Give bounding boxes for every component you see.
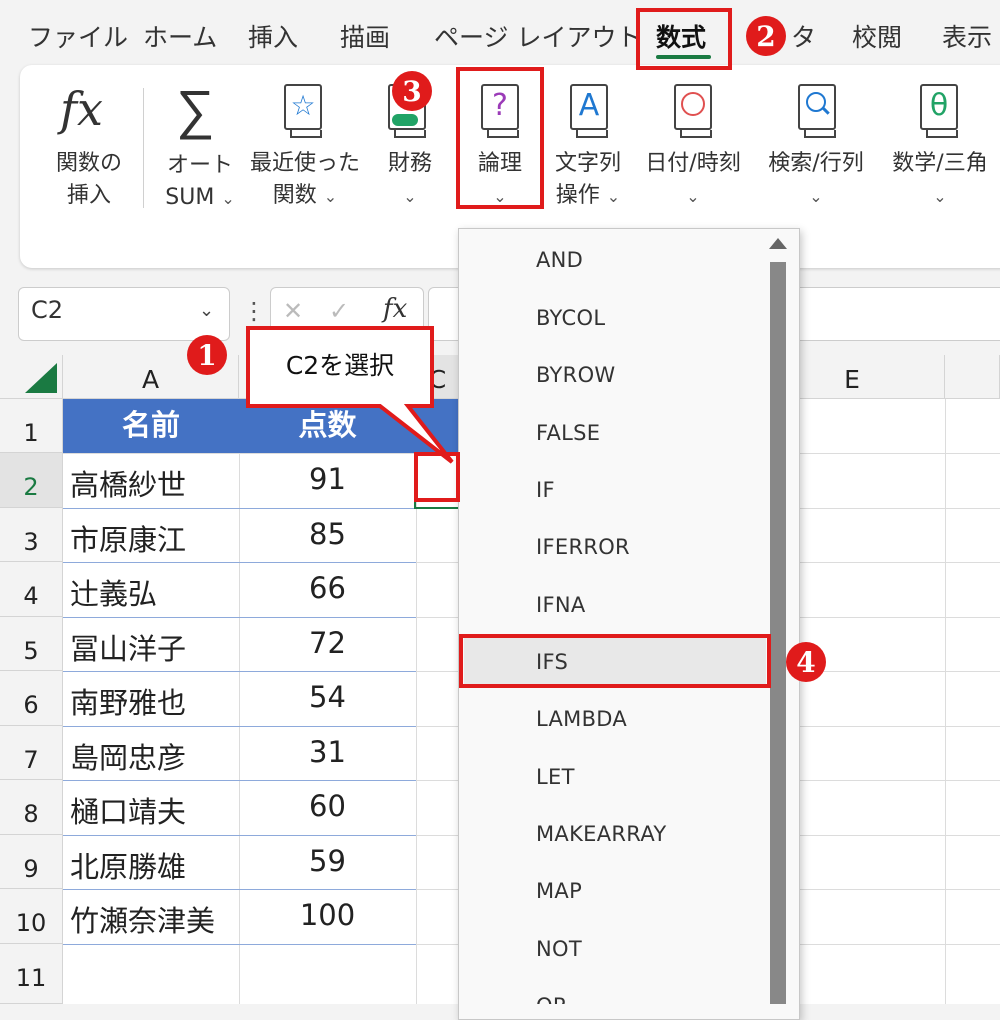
tab-home[interactable]: ホーム [143, 18, 217, 54]
table-border [63, 617, 416, 618]
step-badge-2: 2 [746, 16, 786, 56]
ifs-item-highlight [459, 634, 771, 688]
recently-used-label: 最近使った 関数 ⌄ [250, 151, 361, 208]
table-cell-score[interactable]: 54 [239, 680, 416, 714]
row-header-1[interactable]: 1 [0, 399, 63, 453]
tab-page-layout[interactable]: ページ レイアウト [434, 18, 641, 54]
chevron-down-icon[interactable]: ⌄ [199, 300, 214, 321]
tab-data[interactable]: タ [791, 18, 816, 54]
table-header-name[interactable]: 名前 [63, 399, 239, 453]
step-badge-3: 3 [392, 71, 432, 111]
name-box[interactable]: C2 ⌄ [18, 287, 230, 341]
name-box-value: C2 [31, 296, 64, 324]
menu-item-lambda[interactable]: LAMBDA [536, 707, 627, 731]
logical-button-highlight [456, 67, 544, 209]
financial-label: 財務 ⌄ [387, 151, 432, 206]
magnifier-book-icon [798, 84, 836, 138]
dropdown-scrollbar[interactable] [770, 262, 786, 1004]
row-header-4[interactable]: 4 [0, 562, 63, 617]
table-cell-score[interactable]: 72 [239, 626, 416, 660]
formulas-tab-highlight [636, 8, 732, 70]
row-header-8[interactable]: 8 [0, 780, 63, 835]
autosum-label: オート SUM ⌄ [165, 153, 235, 210]
math-label: 数学/三角 ⌄ [892, 151, 988, 206]
table-cell-name[interactable]: 樋口靖夫 [70, 789, 186, 831]
ribbon-divider [143, 88, 144, 208]
menu-item-or[interactable]: OR [536, 994, 568, 1004]
table-border [63, 508, 416, 509]
table-border [63, 562, 416, 563]
table-border [63, 835, 416, 836]
row-header-3[interactable]: 3 [0, 508, 63, 562]
table-cell-name[interactable]: 高橋紗世 [70, 462, 186, 504]
tab-file[interactable]: ファイル [28, 18, 128, 54]
scroll-up-icon[interactable] [769, 238, 787, 249]
fx-icon: fx [60, 82, 103, 136]
datetime-label: 日付/時刻 ⌄ [645, 151, 741, 206]
row-header-2[interactable]: 2 [0, 453, 63, 508]
table-cell-score[interactable]: 59 [239, 844, 416, 878]
column-header-f[interactable] [945, 355, 1000, 399]
menu-item-bycol[interactable]: BYCOL [536, 306, 605, 330]
menu-item-makearray[interactable]: MAKEARRAY [536, 822, 666, 846]
logical-functions-dropdown [458, 228, 800, 1020]
insert-function-label: 関数の 挿入 [55, 151, 122, 208]
menu-item-let[interactable]: LET [536, 765, 575, 789]
table-border [63, 780, 416, 781]
text-functions-label: 文字列 操作 ⌄ [554, 151, 621, 208]
select-all-corner[interactable] [0, 355, 63, 399]
tab-view[interactable]: 表示 [942, 18, 992, 54]
table-cell-name[interactable]: 北原勝雄 [70, 844, 186, 886]
table-border [63, 671, 416, 672]
tab-insert[interactable]: 挿入 [248, 18, 298, 54]
row-header-9[interactable]: 9 [0, 835, 63, 889]
menu-item-or-clip: OR [458, 990, 798, 1004]
table-cell-score[interactable]: 85 [239, 517, 416, 551]
table-cell-score[interactable]: 100 [239, 898, 416, 932]
menu-item-and[interactable]: AND [536, 248, 583, 272]
tab-review[interactable]: 校閲 [852, 18, 902, 54]
callout-text: C2を選択 [285, 351, 395, 380]
table-border [63, 944, 416, 945]
c2-cell-highlight [414, 452, 460, 502]
table-cell-name[interactable]: 島岡忠彦 [70, 735, 186, 777]
clock-book-icon [674, 84, 712, 138]
table-cell-name[interactable]: 竹瀬奈津美 [70, 898, 215, 940]
grid-line [945, 399, 946, 1004]
table-cell-score[interactable]: 66 [239, 571, 416, 605]
sigma-icon: ∑ [176, 78, 215, 141]
menu-item-byrow[interactable]: BYROW [536, 363, 615, 387]
menu-item-false[interactable]: FALSE [536, 421, 600, 445]
row-header-5[interactable]: 5 [0, 617, 63, 671]
lookup-label: 検索/行列 ⌄ [768, 151, 864, 206]
menu-item-not[interactable]: NOT [536, 937, 582, 961]
star-book-icon: ☆ [284, 84, 322, 138]
text-book-icon: A [570, 84, 608, 138]
menu-item-if[interactable]: IF [536, 478, 555, 502]
menu-item-ifna[interactable]: IFNA [536, 593, 586, 617]
step-badge-4: 4 [786, 642, 826, 682]
table-cell-name[interactable]: 辻義弘 [70, 571, 157, 613]
row-header-10[interactable]: 10 [0, 889, 63, 944]
row-header-7[interactable]: 7 [0, 726, 63, 780]
menu-item-map[interactable]: MAP [536, 879, 582, 903]
row-header-11[interactable]: 11 [0, 944, 63, 1004]
table-cell-name[interactable]: 南野雅也 [70, 680, 186, 722]
table-border [63, 726, 416, 727]
theta-book-icon: θ [920, 84, 958, 138]
step-badge-1: 1 [187, 335, 227, 375]
table-cell-score[interactable]: 31 [239, 735, 416, 769]
table-cell-name[interactable]: 冨山洋子 [70, 626, 186, 668]
table-cell-score[interactable]: 60 [239, 789, 416, 823]
tab-draw[interactable]: 描画 [340, 18, 390, 54]
table-border [63, 889, 416, 890]
table-cell-name[interactable]: 市原康江 [70, 517, 186, 559]
menu-item-iferror[interactable]: IFERROR [536, 535, 630, 559]
row-header-6[interactable]: 6 [0, 671, 63, 726]
